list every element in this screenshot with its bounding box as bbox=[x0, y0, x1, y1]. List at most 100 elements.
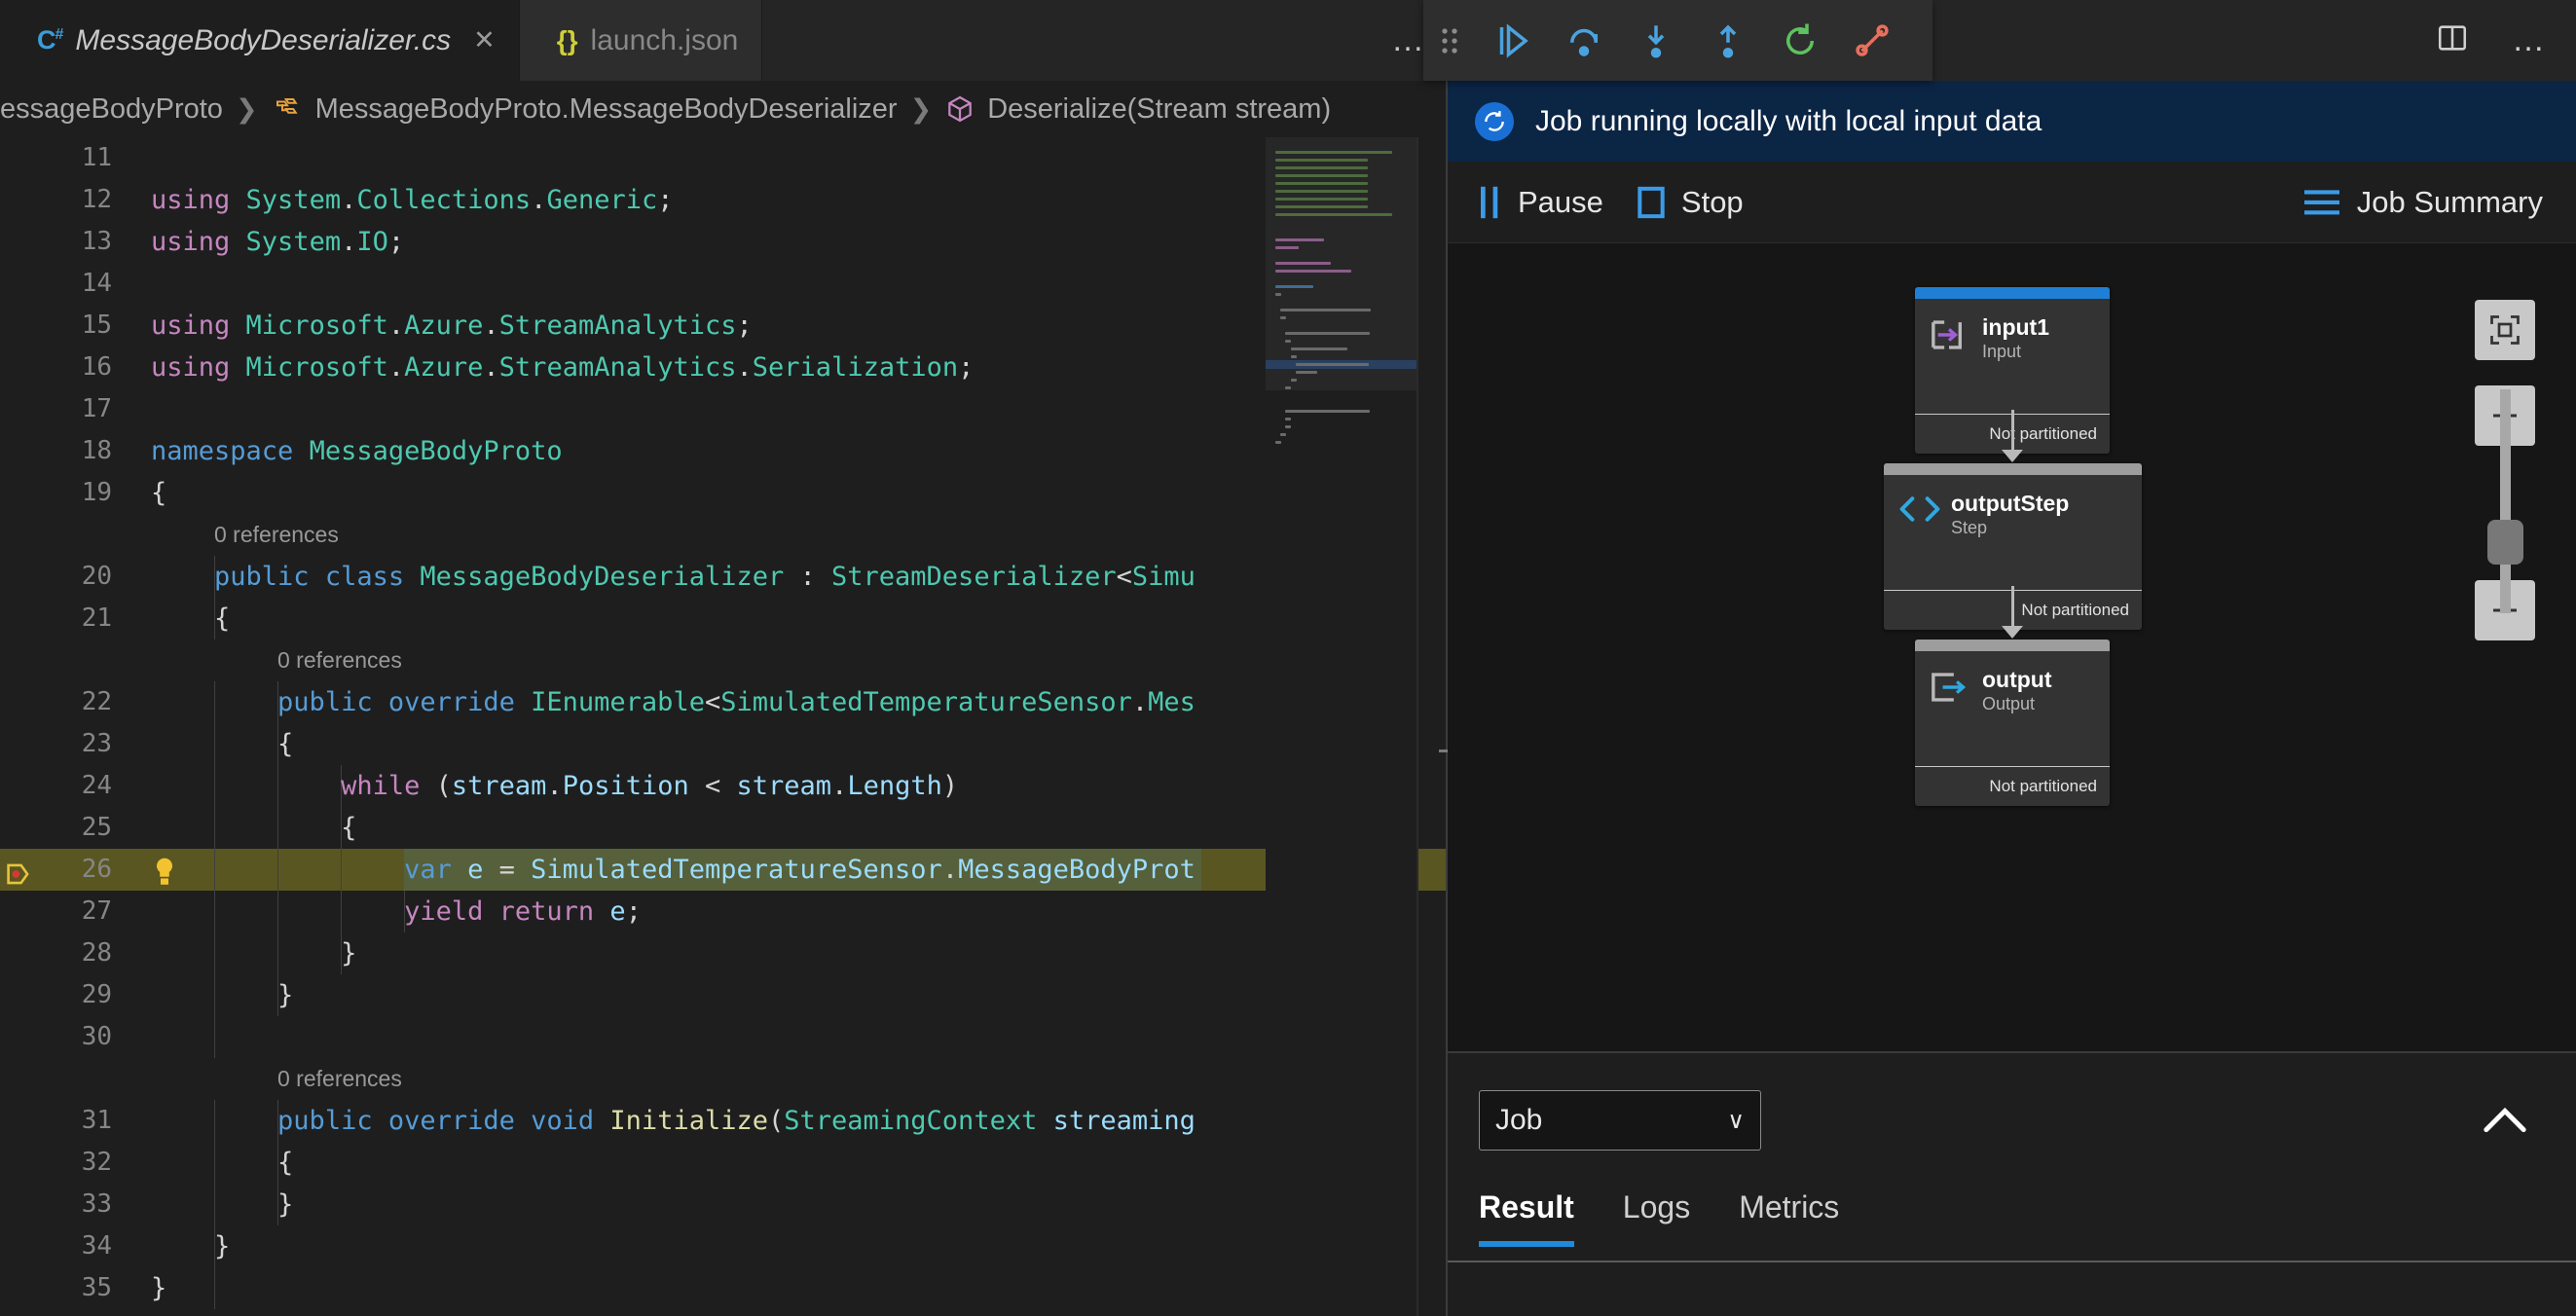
diagram-zoom-controls bbox=[2475, 300, 2535, 640]
job-summary-button[interactable]: Job Summary bbox=[2303, 185, 2543, 220]
method-icon bbox=[944, 93, 975, 125]
disconnect-button[interactable] bbox=[1836, 0, 1908, 81]
diagram-arrow-head bbox=[2002, 450, 2023, 462]
minimap-line bbox=[1280, 309, 1372, 311]
more-icon: … bbox=[1391, 21, 1426, 58]
node-title: output bbox=[1982, 667, 2052, 692]
scope-select[interactable]: Job ∨ bbox=[1479, 1090, 1761, 1151]
step-into-button[interactable] bbox=[1620, 0, 1692, 81]
minimap-line bbox=[1275, 190, 1368, 193]
input-arrow-icon bbox=[1929, 314, 1969, 414]
minimap-line bbox=[1280, 433, 1287, 436]
restart-button[interactable] bbox=[1764, 0, 1836, 81]
node-title: input1 bbox=[1982, 314, 2049, 340]
line-number: 13 bbox=[81, 227, 112, 256]
close-icon[interactable]: ✕ bbox=[473, 27, 496, 54]
code-lens-references[interactable]: 0 references bbox=[277, 1058, 402, 1100]
node-title: outputStep bbox=[1951, 491, 2070, 516]
more-icon[interactable]: … bbox=[2512, 21, 2547, 59]
minimap-line bbox=[1285, 410, 1371, 413]
editor-scrollbar[interactable] bbox=[1417, 137, 1418, 1316]
tabs-divider bbox=[1448, 1261, 2576, 1262]
code-line-text: } bbox=[151, 980, 294, 1010]
minimap-line bbox=[1290, 355, 1297, 358]
pause-icon bbox=[1481, 186, 1498, 218]
code-line-text: using System.IO; bbox=[151, 227, 405, 257]
minimap-line bbox=[1275, 182, 1368, 185]
job-running-icon bbox=[1475, 101, 1514, 141]
minimap-line bbox=[1275, 159, 1368, 162]
collapse-panel-button[interactable] bbox=[2475, 1090, 2535, 1151]
tab-logs[interactable]: Logs bbox=[1623, 1189, 1717, 1247]
code-line: 12 using System.Collections.Generic; bbox=[0, 179, 1448, 221]
code-line: 31 public override void Initialize(Strea… bbox=[0, 1100, 1448, 1142]
editor-tabbar: C# MessageBodyDeserializer.cs ✕ {} launc… bbox=[0, 0, 1448, 81]
line-number: 24 bbox=[81, 771, 112, 800]
line-number: 30 bbox=[81, 1022, 112, 1051]
diagram-connector bbox=[2011, 410, 2014, 455]
minimap-line bbox=[1275, 174, 1368, 177]
debug-toolbar[interactable] bbox=[1423, 0, 1932, 81]
continue-button[interactable] bbox=[1476, 0, 1548, 81]
step-over-button[interactable] bbox=[1548, 0, 1620, 81]
minimap[interactable] bbox=[1266, 137, 1417, 1316]
code-line-text: namespace MessageBodyProto bbox=[151, 436, 563, 466]
code-editor[interactable]: 11 12 using System.Collections.Generic; 13 u… bbox=[0, 137, 1448, 1316]
minimap-line bbox=[1275, 262, 1331, 265]
status-text: Job running locally with local input dat… bbox=[1535, 104, 2042, 137]
breakpoint-icon[interactable] bbox=[6, 858, 31, 885]
breadcrumb-separator: ❯ bbox=[235, 93, 258, 124]
editor-pane: C# MessageBodyDeserializer.cs ✕ {} launc… bbox=[0, 0, 1448, 1316]
line-number: 29 bbox=[81, 980, 112, 1009]
step-out-button[interactable] bbox=[1692, 0, 1764, 81]
tab-label: MessageBodyDeserializer.cs bbox=[75, 23, 452, 56]
breadcrumb-item-method[interactable]: Deserialize(Stream stream) bbox=[987, 93, 1331, 126]
code-line-text: { bbox=[151, 729, 294, 759]
code-line: 20 public class MessageBodyDeserializer … bbox=[0, 556, 1448, 598]
code-line: 23 { bbox=[0, 723, 1448, 765]
breadcrumb-item-class[interactable]: MessageBodyProto.MessageBodyDeserializer bbox=[315, 93, 898, 126]
pause-button[interactable]: Pause bbox=[1477, 185, 1603, 220]
results-panel: Job ∨ Result Logs Metrics bbox=[1448, 1051, 2576, 1316]
diagram-node-output[interactable]: output Output Not partitioned bbox=[1915, 640, 2110, 806]
tab-metrics[interactable]: Metrics bbox=[1739, 1189, 1866, 1247]
diagram-arrow-head bbox=[2002, 626, 2023, 639]
tab-result[interactable]: Result bbox=[1479, 1189, 1601, 1247]
code-line: 30 bbox=[0, 1016, 1448, 1058]
zoom-slider-handle[interactable] bbox=[2487, 520, 2523, 565]
tab-launch-json[interactable]: {} launch.json bbox=[519, 0, 763, 81]
tab-label: launch.json bbox=[590, 23, 739, 56]
code-line: 29 } bbox=[0, 974, 1448, 1016]
code-line-text: { bbox=[151, 478, 167, 508]
minimap-line bbox=[1275, 293, 1281, 296]
code-line: 24 while (stream.Position < stream.Lengt… bbox=[0, 765, 1448, 807]
split-editor-icon[interactable] bbox=[2436, 21, 2469, 59]
code-lens-references[interactable]: 0 references bbox=[214, 514, 339, 556]
breadcrumb-separator: ❯ bbox=[909, 93, 933, 124]
zoom-slider-track[interactable] bbox=[2500, 389, 2511, 613]
tab-label: Metrics bbox=[1739, 1189, 1840, 1225]
minimap-line bbox=[1275, 246, 1299, 249]
code-line: 33 } bbox=[0, 1184, 1448, 1225]
drag-handle-icon[interactable] bbox=[1423, 0, 1476, 81]
tab-messagebodydeserializer-cs[interactable]: C# MessageBodyDeserializer.cs ✕ bbox=[0, 0, 520, 81]
node-partition-label: Not partitioned bbox=[1915, 766, 2110, 806]
fit-to-screen-button[interactable] bbox=[2475, 300, 2535, 360]
stop-button[interactable]: Stop bbox=[1637, 185, 1744, 220]
code-line-text: { bbox=[151, 1148, 294, 1178]
json-icon: {} bbox=[556, 24, 578, 55]
stream-analytics-panel: otobufCloudDeserializer.asaql ✕ … bbox=[1448, 0, 2576, 1316]
line-number: 12 bbox=[81, 185, 112, 214]
code-line-text: yield return e; bbox=[404, 896, 642, 927]
code-lens-row: 0 references bbox=[0, 640, 1448, 681]
code-line-text: using Microsoft.Azure.StreamAnalytics; bbox=[151, 311, 753, 341]
stop-label: Stop bbox=[1680, 184, 1744, 219]
line-number: 14 bbox=[81, 269, 112, 298]
tab-label: Result bbox=[1479, 1189, 1574, 1225]
code-lens-references[interactable]: 0 references bbox=[277, 640, 402, 681]
breadcrumb-item-namespace[interactable]: essageBodyProto bbox=[0, 93, 223, 126]
minimap-line bbox=[1275, 205, 1368, 208]
minimap-line bbox=[1275, 285, 1313, 288]
job-diagram[interactable]: input1 Input Not partitioned outputStep … bbox=[1448, 243, 2576, 1051]
minimap-line bbox=[1285, 418, 1292, 420]
